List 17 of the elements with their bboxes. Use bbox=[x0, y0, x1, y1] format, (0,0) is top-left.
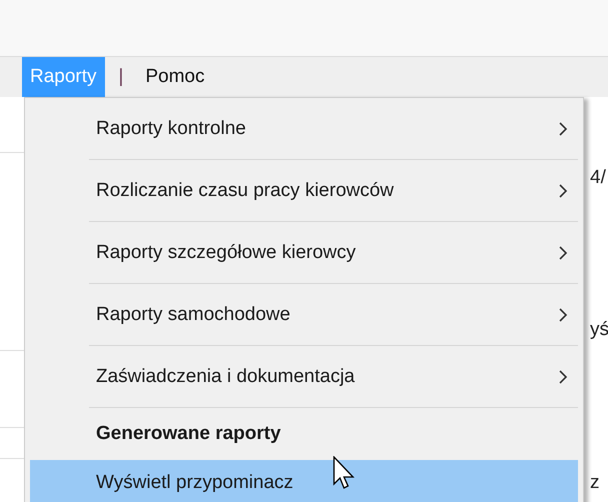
menu-separator: | bbox=[118, 65, 124, 89]
submenu-item[interactable]: Raporty szczegółowe kierowcy bbox=[30, 222, 578, 283]
submenu-item[interactable]: Zaświadczenia i dokumentacja bbox=[30, 346, 578, 407]
chevron-right-icon bbox=[558, 120, 568, 136]
submenu-item[interactable]: Raporty kontrolne bbox=[30, 98, 578, 159]
chevron-right-icon bbox=[558, 306, 568, 322]
menu-item[interactable]: Wyświetl przypominacz bbox=[30, 460, 578, 502]
menu-item[interactable]: Generowane raporty bbox=[30, 408, 578, 460]
chevron-right-icon bbox=[558, 182, 568, 198]
background-text: 4/ bbox=[590, 167, 606, 189]
chevron-right-icon bbox=[558, 368, 568, 384]
background-text: z bbox=[590, 472, 600, 494]
submenu-item[interactable]: Rozliczanie czasu pracy kierowców bbox=[30, 160, 578, 221]
chevron-right-icon bbox=[558, 244, 568, 260]
submenu-item[interactable]: Raporty samochodowe bbox=[30, 284, 578, 345]
background-text: yś bbox=[590, 319, 608, 341]
menu-item[interactable]: Pomoc bbox=[137, 57, 213, 97]
